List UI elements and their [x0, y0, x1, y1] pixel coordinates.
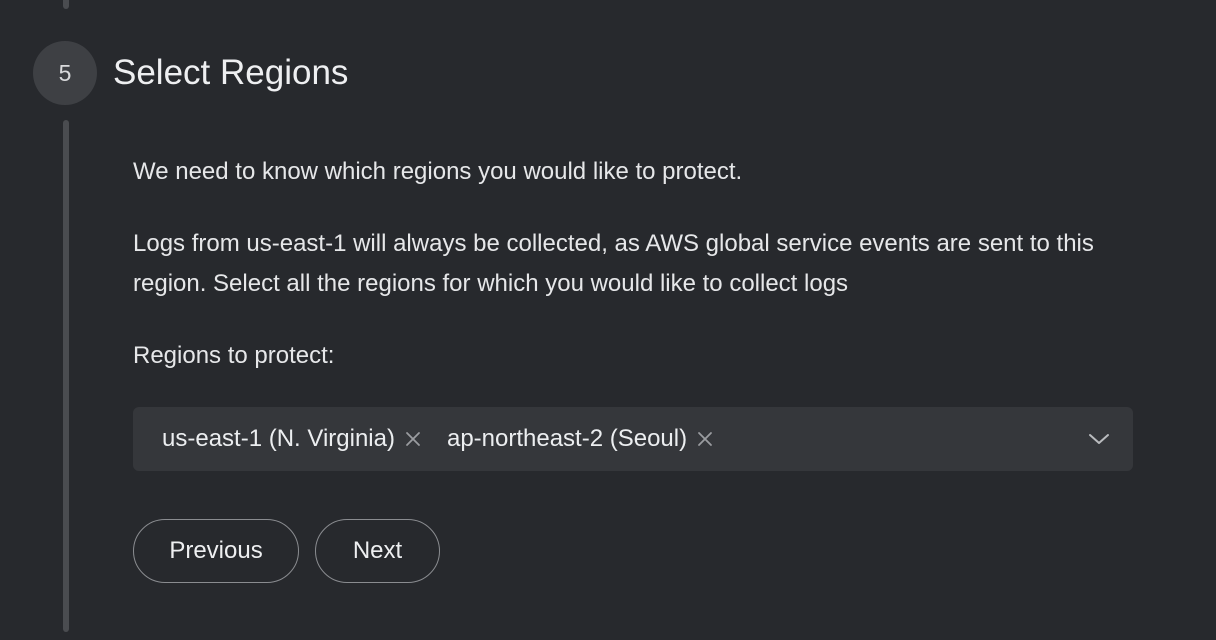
step-connector-line-top [63, 0, 69, 9]
region-chip-label: us-east-1 (N. Virginia) [162, 425, 395, 452]
wizard-step-panel: 5 Select Regions We need to know which r… [0, 0, 1216, 640]
close-icon[interactable] [403, 429, 423, 449]
close-icon[interactable] [695, 429, 715, 449]
regions-multiselect[interactable]: us-east-1 (N. Virginia) ap-northeast-2 (… [133, 407, 1133, 471]
region-chip-label: ap-northeast-2 (Seoul) [446, 425, 688, 452]
intro-text: We need to know which regions you would … [133, 158, 743, 185]
region-chip-ap-northeast-2: ap-northeast-2 (Seoul) [447, 425, 715, 453]
previous-button[interactable]: Previous [133, 519, 299, 583]
regions-label: Regions to protect: [133, 342, 335, 369]
chevron-down-icon[interactable] [1087, 429, 1111, 449]
region-chip-us-east-1: us-east-1 (N. Virginia) [162, 425, 423, 453]
step-number: 5 [58, 59, 72, 86]
step-actions: Previous Next [133, 519, 440, 583]
step-connector-line [63, 120, 69, 632]
step-number-badge: 5 [33, 41, 97, 105]
step-title: Select Regions [113, 53, 349, 92]
next-button[interactable]: Next [315, 519, 440, 583]
detail-text: Logs from us-east-1 will always be colle… [133, 230, 1094, 297]
